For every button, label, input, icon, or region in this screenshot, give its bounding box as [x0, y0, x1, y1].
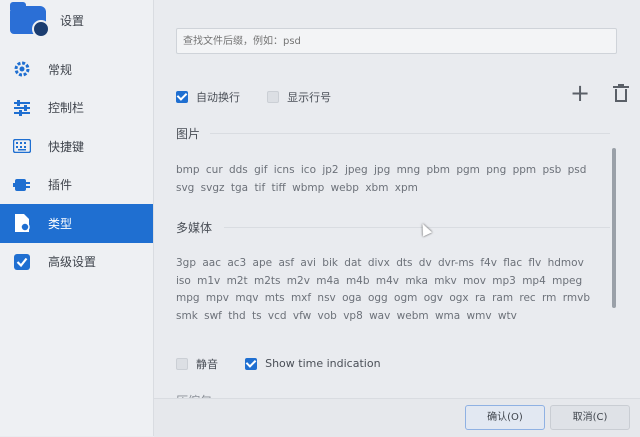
show-line-numbers-checkbox[interactable]: [267, 90, 280, 103]
sidebar-item-plugins[interactable]: 插件: [0, 166, 153, 205]
sidebar-item-types[interactable]: 类型: [0, 204, 153, 243]
cancel-button[interactable]: 取消(C): [550, 405, 630, 430]
show-line-numbers-label: 显示行号: [287, 90, 332, 104]
mute-label: 静音: [196, 357, 218, 371]
sliders-icon: [12, 98, 32, 118]
gear-icon: [12, 59, 32, 79]
sidebar-nav: 常规 控制栏 快捷键 插件 类型 高级设置: [0, 50, 153, 281]
checkbox-icon: [12, 252, 32, 272]
auto-wrap-label: 自动换行: [196, 90, 240, 104]
sidebar-item-label: 高级设置: [48, 255, 97, 270]
show-time-label: Show time indication: [265, 357, 381, 370]
section-title-media: 多媒体: [176, 221, 213, 235]
sidebar-title: 设置: [60, 14, 85, 28]
image-extensions-list: bmp cur dds gif icns ico jp2 jpeg jpg mn…: [176, 164, 587, 194]
sidebar-item-label: 插件: [48, 178, 73, 193]
sidebar-item-controlbar[interactable]: 控制栏: [0, 89, 153, 128]
section-title-images: 图片: [176, 127, 201, 141]
extension-search-input[interactable]: [176, 28, 617, 54]
sidebar-header: 设置: [0, 0, 153, 46]
media-options: 静音 Show time indication: [176, 353, 617, 373]
file-type-icon: [12, 213, 32, 233]
editor-options: 自动换行 显示行号 +: [176, 81, 629, 106]
media-extensions-list: 3gp aac ac3 ape asf avi bik dat divx dts…: [176, 257, 590, 322]
plugin-icon: [12, 175, 32, 195]
sidebar: 设置 常规 控制栏 快捷键 插件 类型 高级设置: [0, 0, 154, 436]
app-logo-icon: [10, 2, 50, 38]
mouse-cursor-icon: [417, 221, 433, 237]
sidebar-item-advanced[interactable]: 高级设置: [0, 243, 153, 282]
sidebar-item-shortcuts[interactable]: 快捷键: [0, 127, 153, 166]
sidebar-item-label: 快捷键: [48, 139, 85, 154]
ok-button[interactable]: 确认(O): [465, 405, 545, 430]
sidebar-item-label: 控制栏: [48, 101, 85, 116]
section-divider: [210, 133, 610, 134]
keyboard-icon: [12, 136, 32, 156]
scrollbar[interactable]: [612, 148, 616, 308]
sidebar-item-label: 类型: [48, 216, 73, 231]
mute-checkbox[interactable]: [176, 357, 188, 370]
section-divider: [224, 227, 610, 228]
trash-icon[interactable]: [612, 84, 630, 104]
show-time-checkbox[interactable]: [245, 357, 258, 370]
auto-wrap-checkbox[interactable]: [176, 90, 188, 103]
dialog-footer: 确认(O) 取消(C): [154, 398, 640, 437]
sidebar-item-general[interactable]: 常规: [0, 50, 153, 89]
main-panel: 自动换行 显示行号 + 图片 bmp cur dds gif icns ico …: [154, 0, 640, 437]
add-icon[interactable]: +: [568, 81, 592, 106]
sidebar-item-label: 常规: [48, 62, 73, 77]
